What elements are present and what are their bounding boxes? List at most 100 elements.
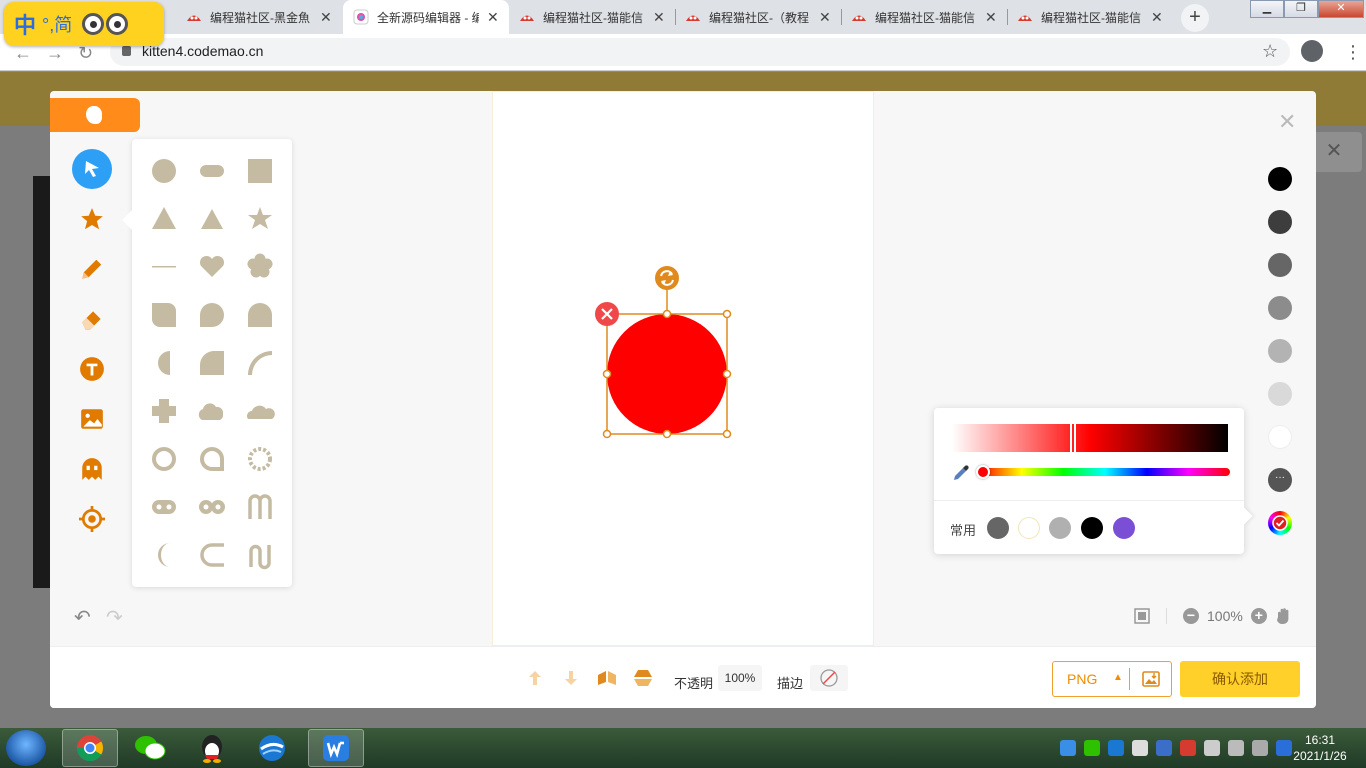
ime-mode-label[interactable]: 中 (14, 8, 36, 40)
account-avatar[interactable] (1301, 40, 1323, 62)
bring-forward-icon[interactable] (526, 669, 544, 687)
tray-cube-icon[interactable] (1060, 740, 1076, 756)
tray-usb-icon[interactable] (1132, 740, 1148, 756)
shade-slider-cursor[interactable] (1070, 422, 1076, 454)
swatch-black[interactable] (1268, 167, 1292, 191)
url-text[interactable]: kitten4.codemao.cn (142, 43, 263, 59)
export-format-select[interactable]: PNG ▲ (1052, 661, 1172, 697)
browser-tab[interactable]: 编程猫社区-猫能信 ✕ (509, 0, 675, 34)
flip-horizontal-icon[interactable] (596, 669, 618, 687)
taskbar-wechat[interactable] (122, 729, 178, 767)
tray-network-icon[interactable] (1228, 740, 1244, 756)
tray-browser-icon[interactable] (1108, 740, 1124, 756)
new-tab-button[interactable]: + (1181, 4, 1209, 32)
hue-slider-knob[interactable] (976, 465, 990, 479)
recent-swatch[interactable] (1049, 517, 1071, 539)
recent-swatch[interactable] (1081, 517, 1103, 539)
more-colors-button[interactable]: ··· (1268, 468, 1292, 492)
recent-swatch[interactable] (1018, 517, 1040, 539)
swatch-white[interactable] (1268, 425, 1292, 449)
no-stroke-icon (820, 669, 838, 687)
start-button[interactable] (6, 730, 46, 766)
fit-canvas-icon[interactable] (1134, 608, 1150, 624)
recent-swatch[interactable] (987, 517, 1009, 539)
taskbar-qq[interactable] (184, 729, 240, 767)
tray-wechat-icon[interactable] (1084, 740, 1100, 756)
tab-close-icon[interactable]: ✕ (653, 9, 665, 26)
codemao-favicon-icon (686, 15, 700, 21)
resize-handle[interactable] (602, 369, 612, 379)
save-image-icon[interactable] (1141, 669, 1161, 689)
stroke-label: 描边 (777, 676, 804, 691)
shade-slider[interactable] (952, 424, 1228, 452)
wechat-icon (135, 736, 166, 760)
minimize-button[interactable]: ▁ (1250, 0, 1284, 18)
swatch-dark-gray[interactable] (1268, 210, 1292, 234)
tab-title: 编程猫社区-（教程 (709, 10, 809, 25)
browser-tab[interactable]: 编程猫社区-猫能信 ✕ (1007, 0, 1173, 34)
qq-penguin-icon (202, 735, 222, 763)
browser-tab[interactable]: 编程猫社区-黑金魚 ✕ (176, 0, 342, 34)
zoom-out-icon[interactable]: − (1183, 608, 1199, 624)
tray-sync-icon[interactable] (1156, 740, 1172, 756)
bottom-toolbar: 不透明 100% 描边 PNG ▲ 确认添加 (50, 646, 1316, 708)
tab-close-icon[interactable]: ✕ (487, 9, 499, 26)
tab-separator (841, 9, 842, 25)
hand-pan-icon[interactable] (1275, 607, 1291, 625)
omnibox[interactable] (110, 38, 1290, 66)
tab-close-icon[interactable]: ✕ (320, 9, 332, 26)
stroke-none-button[interactable] (810, 665, 848, 691)
zoom-divider (1166, 608, 1167, 624)
tray-codemao-icon[interactable] (1180, 740, 1196, 756)
zoom-in-icon[interactable]: + (1250, 608, 1267, 624)
tab-separator (1007, 9, 1008, 25)
resize-handle[interactable] (602, 429, 612, 439)
custom-color-wheel-icon[interactable] (1268, 511, 1292, 535)
restore-button[interactable]: ❐ (1284, 0, 1318, 18)
tab-close-icon[interactable]: ✕ (985, 9, 997, 26)
tray-signal-icon[interactable] (1252, 740, 1268, 756)
picker-divider (934, 500, 1244, 501)
swatch-lighter-gray[interactable] (1268, 382, 1292, 406)
swatch-mid-gray[interactable] (1268, 296, 1292, 320)
browser-tab[interactable]: 编程猫社区-（教程 ✕ (675, 0, 841, 34)
back-icon[interactable]: ← (14, 43, 32, 64)
opacity-label: 不透明 (674, 676, 714, 691)
window-controls: ▁ ❐ ✕ (1250, 0, 1364, 18)
tab-close-icon[interactable]: ✕ (1151, 9, 1163, 26)
taskbar-clock[interactable]: 16:31 2021/1/26 (1290, 732, 1350, 764)
hue-slider[interactable] (980, 468, 1230, 476)
taskbar-chrome[interactable] (62, 729, 118, 767)
ime-toolbar[interactable]: 中 °,简 (4, 2, 164, 46)
forward-icon[interactable]: → (46, 43, 64, 64)
browser-menu-icon[interactable]: ⋮ (1344, 42, 1362, 63)
ime-punct-label[interactable]: °,简 (42, 11, 72, 37)
eyedropper-icon[interactable] (952, 464, 970, 482)
bookmark-star-icon[interactable]: ☆ (1262, 41, 1278, 62)
recent-swatch[interactable] (1113, 517, 1135, 539)
browser-tab[interactable]: 编程猫社区-猫能信 ✕ (841, 0, 1007, 34)
confirm-add-button[interactable]: 确认添加 (1180, 661, 1300, 697)
taskbar-browser[interactable] (244, 729, 300, 767)
resize-handle[interactable] (662, 309, 672, 319)
tab-title: 编程猫社区-猫能信 (1041, 10, 1141, 25)
tray-volume-icon[interactable] (1204, 740, 1220, 756)
tab-close-icon[interactable]: ✕ (819, 9, 831, 26)
window-close-button[interactable]: ✕ (1318, 0, 1364, 18)
resize-handle[interactable] (662, 429, 672, 439)
send-backward-icon[interactable] (562, 669, 580, 687)
browser-tab-active[interactable]: 全新源码编辑器 - 编程 ✕ (343, 0, 509, 34)
reload-icon[interactable]: ↻ (78, 43, 93, 64)
flip-vertical-icon[interactable] (632, 669, 654, 687)
swatch-light-gray[interactable] (1268, 339, 1292, 363)
opacity-input[interactable]: 100% (718, 665, 762, 691)
red-circle-shape[interactable] (607, 314, 727, 434)
swatch-gray[interactable] (1268, 253, 1292, 277)
tab-title: 全新源码编辑器 - 编程 (377, 10, 479, 25)
resize-handle[interactable] (722, 309, 732, 319)
taskbar-wps[interactable] (308, 729, 364, 767)
resize-handle[interactable] (722, 369, 732, 379)
delete-shape-icon[interactable] (595, 302, 619, 326)
resize-handle[interactable] (722, 429, 732, 439)
rotate-handle-icon[interactable] (655, 266, 679, 290)
